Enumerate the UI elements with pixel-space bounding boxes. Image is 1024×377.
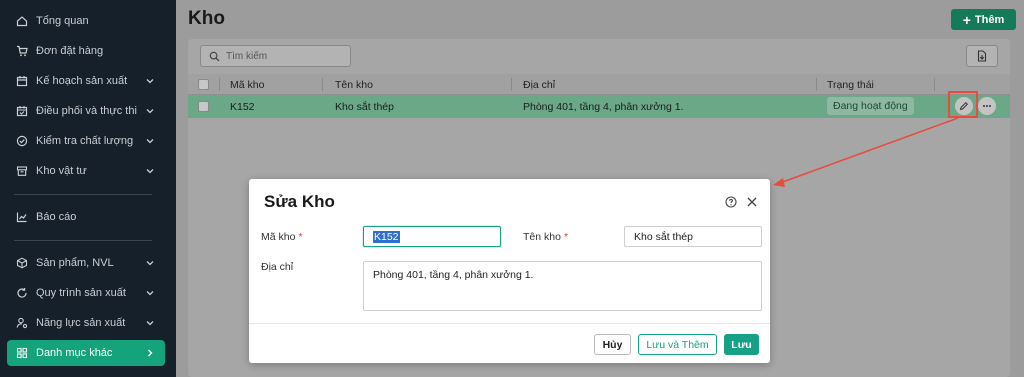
more-actions-button[interactable] bbox=[978, 97, 996, 115]
name-label: Tên kho * bbox=[523, 231, 569, 243]
calendar-icon bbox=[16, 75, 28, 87]
sidebar-divider bbox=[14, 240, 152, 241]
name-field[interactable]: Kho sắt thép bbox=[624, 226, 762, 247]
sidebar-item-label: Kiểm tra chất lượng bbox=[36, 135, 134, 147]
address-field[interactable]: Phòng 401, tầng 4, phân xưởng 1. bbox=[363, 261, 762, 311]
sidebar-item-san-pham-nvl[interactable]: Sản phẩm, NVL bbox=[7, 250, 165, 276]
cart-icon bbox=[16, 45, 28, 57]
column-header-name[interactable]: Tên kho bbox=[335, 79, 373, 91]
status-badge: Đang hoạt động bbox=[827, 97, 914, 115]
search-input[interactable]: Tìm kiếm bbox=[200, 45, 351, 67]
sidebar-item-label: Năng lực sản xuất bbox=[36, 317, 126, 329]
chart-icon bbox=[16, 211, 28, 223]
column-separator bbox=[219, 78, 220, 91]
sidebar-item-kiem-tra-chat-luong[interactable]: Kiểm tra chất lượng bbox=[7, 128, 165, 154]
sidebar-item-label: Kho vật tư bbox=[36, 165, 87, 177]
sidebar-item-label: Sản phẩm, NVL bbox=[36, 257, 114, 269]
sidebar-item-label: Quy trình sản xuất bbox=[36, 287, 126, 299]
column-separator bbox=[511, 78, 512, 91]
sidebar-item-bao-cao[interactable]: Báo cáo bbox=[7, 204, 165, 230]
address-label: Địa chỉ bbox=[261, 261, 294, 273]
column-header-status[interactable]: Trạng thái bbox=[827, 79, 874, 91]
column-separator bbox=[322, 78, 323, 91]
dialog-title: Sửa Kho bbox=[264, 192, 335, 211]
sidebar-divider bbox=[14, 194, 152, 195]
row-checkbox[interactable] bbox=[198, 101, 209, 112]
cancel-button[interactable]: Hủy bbox=[594, 334, 631, 355]
calendar-check-icon bbox=[16, 105, 28, 117]
save-button[interactable]: Lưu bbox=[724, 334, 759, 355]
column-separator bbox=[816, 78, 817, 91]
export-button[interactable] bbox=[966, 45, 998, 67]
sidebar-item-label: Tổng quan bbox=[36, 15, 89, 27]
refresh-icon bbox=[16, 287, 28, 299]
column-header-address[interactable]: Địa chỉ bbox=[523, 79, 555, 91]
sidebar-item-quy-trinh-san-xuat[interactable]: Quy trình sản xuất bbox=[7, 280, 165, 306]
plus-icon: + bbox=[962, 11, 971, 28]
sidebar-item-label: Đơn đặt hàng bbox=[36, 45, 104, 57]
check-circle-icon bbox=[16, 135, 28, 147]
dialog-footer-divider bbox=[249, 323, 770, 324]
page-title: Kho bbox=[188, 8, 225, 29]
column-separator bbox=[934, 78, 935, 91]
sidebar-item-label: Báo cáo bbox=[36, 211, 77, 223]
sidebar-item-label: Điều phối và thực thi bbox=[36, 105, 137, 117]
add-button[interactable]: + Thêm bbox=[951, 9, 1016, 30]
sidebar-item-tong-quan[interactable]: Tổng quan bbox=[7, 8, 165, 34]
search-icon bbox=[209, 51, 220, 61]
sidebar-item-label: Danh mục khác bbox=[36, 347, 113, 359]
chevron-down-icon bbox=[146, 79, 154, 84]
cell-code: K152 bbox=[230, 101, 255, 113]
user-gear-icon bbox=[16, 317, 28, 329]
cell-name: Kho sắt thép bbox=[335, 101, 394, 113]
search-placeholder: Tìm kiếm bbox=[226, 50, 268, 62]
close-icon[interactable] bbox=[746, 196, 758, 208]
help-icon[interactable] bbox=[725, 196, 737, 208]
cell-address: Phòng 401, tầng 4, phân xưởng 1. bbox=[523, 101, 684, 113]
chevron-right-icon bbox=[148, 349, 153, 357]
column-header-code[interactable]: Mã kho bbox=[230, 79, 264, 91]
sidebar-item-kho-vat-tu[interactable]: Kho vật tư bbox=[7, 158, 165, 184]
table-header: Mã kho Tên kho Địa chỉ Trạng thái bbox=[188, 74, 1010, 95]
sidebar-item-dieu-phoi[interactable]: Điều phối và thực thi bbox=[7, 98, 165, 124]
box-icon bbox=[16, 257, 28, 269]
save-and-add-button[interactable]: Lưu và Thêm bbox=[638, 334, 717, 355]
table-row[interactable]: K152 Kho sắt thép Phòng 401, tầng 4, phâ… bbox=[188, 95, 1010, 118]
chevron-down-icon bbox=[146, 139, 154, 144]
export-file-icon bbox=[977, 50, 987, 62]
chevron-down-icon bbox=[146, 321, 154, 326]
code-label: Mã kho * bbox=[261, 231, 303, 243]
more-dots-icon bbox=[983, 105, 991, 107]
sidebar: Tổng quan Đơn đặt hàng Kế hoạch sản xuất… bbox=[0, 0, 176, 377]
sidebar-item-ke-hoach-san-xuat[interactable]: Kế hoạch sản xuất bbox=[7, 68, 165, 94]
home-icon bbox=[16, 15, 28, 27]
grid-icon bbox=[16, 347, 28, 359]
chevron-down-icon bbox=[146, 261, 154, 266]
chevron-down-icon bbox=[146, 291, 154, 296]
add-button-label: Thêm bbox=[974, 13, 1005, 26]
code-field[interactable]: K152 bbox=[363, 226, 501, 247]
sidebar-item-danh-muc-khac[interactable]: Danh mục khác bbox=[7, 340, 165, 366]
archive-icon bbox=[16, 165, 28, 177]
select-all-checkbox[interactable] bbox=[198, 79, 209, 90]
chevron-down-icon bbox=[146, 109, 154, 114]
sidebar-item-nang-luc-san-xuat[interactable]: Năng lực sản xuất bbox=[7, 310, 165, 336]
annotation-highlight-box bbox=[948, 91, 978, 118]
sidebar-item-label: Kế hoạch sản xuất bbox=[36, 75, 128, 87]
chevron-down-icon bbox=[146, 169, 154, 174]
edit-warehouse-dialog: Sửa Kho Mã kho * K152 Tên kho * Kho sắt th… bbox=[249, 179, 770, 363]
sidebar-item-don-dat-hang[interactable]: Đơn đặt hàng bbox=[7, 38, 165, 64]
